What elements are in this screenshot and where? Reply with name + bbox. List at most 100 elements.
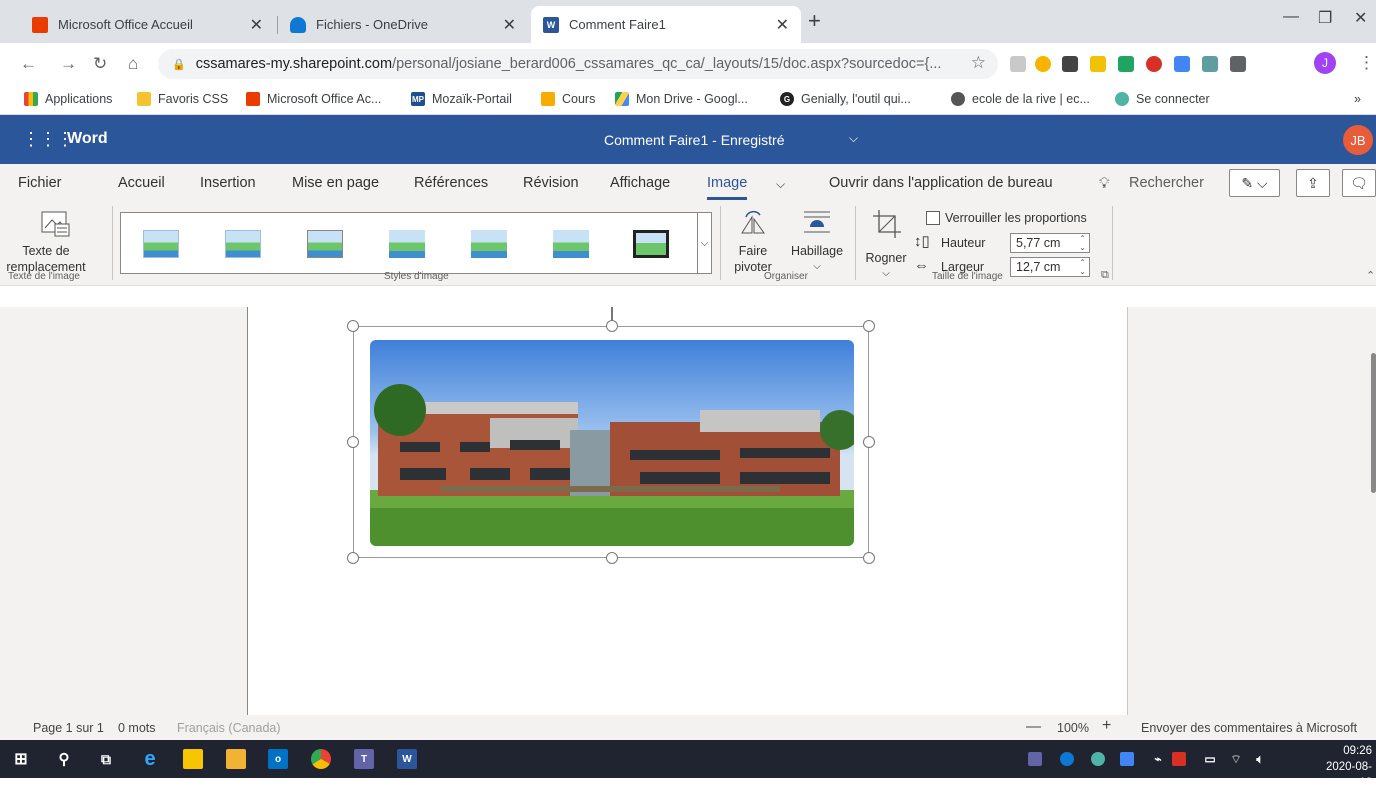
extensions-puzzle-icon[interactable] (1230, 56, 1246, 72)
profile-avatar[interactable]: J (1314, 52, 1336, 74)
close-tab-icon[interactable]: ✕ (250, 15, 263, 35)
windows-start-icon[interactable]: ⊞ (11, 749, 31, 769)
bookmark-star-icon[interactable]: ☆ (971, 53, 986, 73)
reload-icon[interactable]: ↻ (93, 54, 107, 74)
picture-style-thumbnail[interactable] (633, 230, 669, 258)
spinner-arrows-icon[interactable]: ⌃ ⌄ (1079, 234, 1086, 252)
extension-icon[interactable] (1202, 56, 1218, 72)
lock-ratio-label[interactable]: Verrouiller les proportions (945, 210, 1087, 226)
address-bar[interactable]: 🔒 cssamares-my.sharepoint.com/personal/j… (158, 49, 998, 79)
vertical-scrollbar[interactable] (1371, 353, 1376, 493)
bookmark-drive[interactable]: Mon Drive - Googl... (615, 92, 748, 106)
app-launcher-icon[interactable]: ⋮⋮⋮ (22, 129, 74, 150)
resize-handle[interactable] (606, 552, 618, 564)
document-page[interactable] (247, 307, 1128, 715)
bookmarks-overflow-button[interactable]: » (1354, 92, 1361, 106)
chrome-icon[interactable] (311, 749, 331, 769)
close-tab-icon[interactable]: ✕ (776, 15, 789, 35)
battery-icon[interactable]: ▭ (1200, 749, 1220, 769)
tab-references[interactable]: Références (414, 175, 488, 191)
tab-mise-en-page[interactable]: Mise en page (292, 175, 379, 191)
tab-insertion[interactable]: Insertion (200, 175, 256, 191)
onedrive-tray-icon[interactable] (1060, 752, 1074, 766)
forward-icon[interactable]: → (60, 54, 77, 74)
extension-icon[interactable] (1062, 56, 1078, 72)
wrap-text-button[interactable]: Habillage ⌵ (786, 207, 848, 277)
picture-style-thumbnail[interactable] (389, 230, 425, 258)
resize-handle[interactable] (606, 320, 618, 332)
editing-mode-button[interactable]: ✎ ⌵ (1229, 169, 1280, 197)
bookmark-ecole[interactable]: ecole de la rive | ec... (951, 92, 1090, 106)
open-desktop-app-link[interactable]: Ouvrir dans l'application de bureau (829, 175, 1053, 191)
user-avatar[interactable]: JB (1343, 125, 1373, 155)
bookmark-applications[interactable]: Applications (24, 92, 112, 106)
language[interactable]: Français (Canada) (177, 721, 281, 735)
extension-icon[interactable] (1174, 56, 1190, 72)
extension-icon[interactable] (1090, 56, 1106, 72)
tray-app-icon[interactable] (1091, 752, 1105, 766)
home-icon[interactable]: ⌂ (128, 54, 138, 74)
bookmark-genially[interactable]: G Genially, l'outil qui... (780, 92, 911, 106)
google-drive-extension-icon[interactable] (1118, 56, 1134, 72)
extension-icon[interactable] (1010, 56, 1026, 72)
tab-onedrive[interactable]: Fichiers - OneDrive ✕ (278, 6, 528, 43)
resize-handle[interactable] (347, 320, 359, 332)
picture-style-thumbnail[interactable] (307, 230, 343, 258)
zoom-out-button[interactable]: — (1026, 718, 1041, 735)
tab-accueil[interactable]: Accueil (118, 175, 165, 191)
alt-text-button[interactable]: Texte de remplacement (6, 207, 106, 277)
resize-handle[interactable] (863, 436, 875, 448)
resize-handle[interactable] (863, 552, 875, 564)
word-taskbar-icon[interactable]: W (397, 749, 417, 769)
edge-icon[interactable]: e (140, 748, 160, 770)
system-clock[interactable]: 09:26 2020-08-12 (1314, 743, 1372, 791)
volume-muted-icon[interactable]: 🔈︎ (1250, 749, 1270, 769)
teams-icon[interactable]: T (354, 749, 374, 769)
comments-button[interactable]: 🗨︎ (1342, 169, 1376, 197)
close-window-icon[interactable]: ✕ (1354, 8, 1367, 28)
search-box[interactable]: Rechercher (1129, 175, 1204, 191)
tab-office-home[interactable]: Microsoft Office Accueil ✕ (20, 6, 275, 43)
resize-handle[interactable] (347, 552, 359, 564)
network-icon[interactable]: ⌁ (1148, 749, 1168, 769)
close-tab-icon[interactable]: ✕ (503, 15, 516, 35)
extension-icon[interactable] (1035, 56, 1051, 72)
resize-handle[interactable] (863, 320, 875, 332)
chevron-down-icon[interactable]: ⌵ (776, 177, 785, 192)
picture-style-thumbnail[interactable] (471, 230, 507, 258)
zoom-level[interactable]: 100% (1057, 721, 1089, 735)
dialog-launcher-icon[interactable]: ⧉ (1101, 269, 1109, 282)
file-explorer-icon[interactable] (226, 749, 246, 769)
bookmark-favoris-css[interactable]: Favoris CSS (137, 92, 228, 106)
browser-menu-icon[interactable]: ⋮ (1358, 53, 1375, 73)
tab-fichier[interactable]: Fichier (18, 175, 62, 191)
picture-style-thumbnail[interactable] (143, 230, 179, 258)
rotate-button[interactable]: Faire pivoter (728, 207, 778, 277)
adblock-icon[interactable] (1146, 56, 1162, 72)
selected-picture[interactable] (347, 307, 875, 564)
rotate-handle[interactable] (611, 307, 613, 321)
crop-button[interactable]: Rogner ⌵ (862, 207, 910, 279)
height-input[interactable]: 5,77 cm ⌃ ⌄ (1010, 233, 1090, 253)
bookmark-cours[interactable]: Cours (541, 92, 595, 106)
bookmark-mozaik[interactable]: MP Mozaïk-Portail (411, 92, 512, 106)
outlook-icon[interactable]: o (268, 749, 288, 769)
tray-app-icon[interactable] (1172, 752, 1186, 766)
picture-style-thumbnail[interactable] (553, 230, 589, 258)
collapse-ribbon-icon[interactable]: ⌃ (1366, 269, 1375, 282)
bookmark-office[interactable]: Microsoft Office Ac... (246, 92, 381, 106)
tab-affichage[interactable]: Affichage (610, 175, 670, 191)
back-icon[interactable]: ← (20, 54, 37, 74)
picture-styles-gallery[interactable] (120, 212, 712, 274)
feedback-link[interactable]: Envoyer des commentaires à Microsoft (1141, 721, 1357, 735)
search-icon[interactable]: ⚲ (54, 749, 74, 769)
gallery-more-button[interactable]: ⌵ (697, 212, 712, 274)
zoom-in-button[interactable]: + (1102, 717, 1111, 735)
tab-comment-faire[interactable]: W Comment Faire1 ✕ (531, 6, 801, 43)
tray-app-icon[interactable] (1120, 752, 1134, 766)
bookmark-se-connecter[interactable]: Se connecter (1115, 92, 1210, 106)
lock-ratio-checkbox[interactable] (926, 211, 940, 225)
chevron-down-icon[interactable]: ⌵ (849, 131, 858, 146)
wifi-icon[interactable]: ⌔ (1226, 749, 1246, 769)
document-title[interactable]: Comment Faire1 - Enregistré (604, 132, 785, 148)
